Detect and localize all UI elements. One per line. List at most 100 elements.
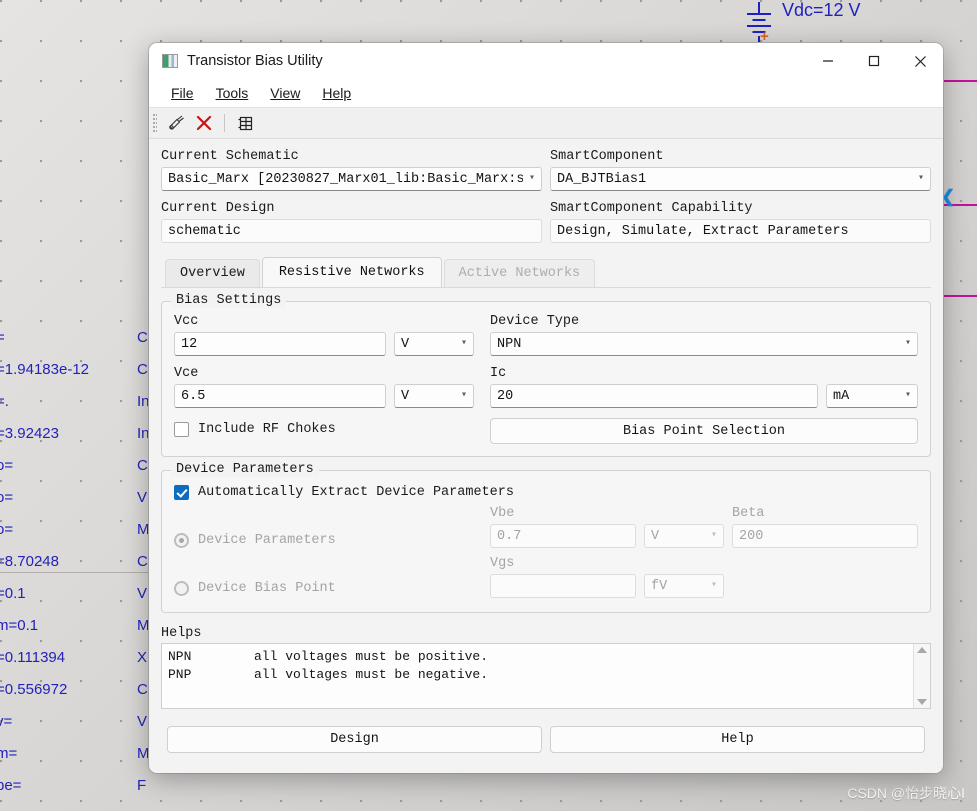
menu-bar: File Tools View Help [149,79,943,107]
param-value: =0.1 [0,585,26,602]
current-schematic-combo[interactable]: Basic_Marx [20230827_Marx01_lib:Basic_Ma… [161,167,542,191]
param-label: V [137,713,148,730]
vce-unit-combo[interactable]: V ▾ [394,384,474,408]
helps-textbox[interactable]: NPN all voltages must be positive. PNP a… [161,643,931,709]
menu-file-label: File [171,85,194,101]
vgs-unit-value: fV [651,578,668,594]
device-parameters-radio-label: Device Parameters [198,532,336,548]
smartcomponent-label: SmartComponent [550,149,664,164]
helps-key: PNP [168,667,192,682]
menu-tools[interactable]: Tools [207,83,258,103]
chevron-down-icon: ▾ [904,390,911,401]
param-value: =0.556972 [0,681,68,698]
param-value: =1.94183e-12 [0,361,90,378]
menu-tools-label: Tools [215,85,249,101]
helps-scrollbar[interactable] [913,644,930,708]
menu-file[interactable]: File [162,83,203,103]
dc-source-symbol[interactable] [742,2,776,48]
tab-overview[interactable]: Overview [165,259,260,287]
vgs-input [490,574,636,598]
design-button[interactable]: Design [167,726,542,753]
chevron-down-icon: ▾ [460,390,467,401]
toolbar-separator [224,114,225,132]
smartcomponent-combo[interactable]: DA_BJTBias1 ▾ [550,167,931,191]
ic-unit-combo[interactable]: mA ▾ [826,384,918,408]
helps-text-value: all voltages must be negative. [254,667,489,682]
list-item: =. In [0,386,152,418]
help-button[interactable]: Help [550,726,925,753]
vbe-label: Vbe [490,506,515,521]
list-item: =0.111394 X [0,642,152,674]
param-value: pe= [0,777,22,794]
bias-left-column: Vcc 12 V ▾ Vce 6.5 V ▾ Include RF Chokes [174,314,474,444]
menu-help[interactable]: Help [313,83,360,103]
param-label: V [137,489,148,506]
tab-bar: Overview Resistive Networks Active Netwo… [161,257,931,288]
param-value: =3.92423 [0,425,59,442]
current-design-value: schematic [161,219,542,243]
include-rf-chokes-row[interactable]: Include RF Chokes [174,422,474,437]
list-item: = C [0,322,152,354]
auto-extract-checkbox[interactable] [174,485,189,500]
device-parameters-radio [174,532,189,548]
smartcomponent-column: SmartComponent DA_BJTBias1 ▾ SmartCompon… [550,149,931,243]
ic-unit-value: mA [833,388,850,404]
ic-label: Ic [490,366,507,381]
table-icon[interactable] [231,110,259,136]
watermark: CSDN @怡步晓心I [847,785,965,801]
bias-settings-legend: Bias Settings [171,293,287,308]
minimize-button[interactable] [805,43,851,79]
vce-input[interactable]: 6.5 [174,384,386,408]
tool-bar [149,107,943,139]
list-item: o= C [0,450,152,482]
list-item: =3.92423 In [0,418,152,450]
chevron-down-icon: ▾ [917,173,924,184]
param-label: C [137,361,148,378]
helps-key: NPN [168,649,192,664]
param-label: C [137,457,148,474]
list-item: o= V [0,482,152,514]
device-type-combo[interactable]: NPN ▾ [490,332,918,356]
maximize-button[interactable] [851,43,897,79]
menu-view[interactable]: View [261,83,309,103]
auto-extract-row[interactable]: Automatically Extract Device Parameters [174,485,918,500]
scroll-down-icon[interactable] [917,699,927,705]
vcc-label: Vcc [174,314,199,329]
device-parameters-legend: Device Parameters [171,462,319,477]
bias-point-selection-button[interactable]: Bias Point Selection [490,418,918,444]
toolbar-grip[interactable] [153,114,157,132]
param-label: M [137,745,150,762]
ic-input[interactable]: 20 [490,384,818,408]
list-item: pe= F [0,770,152,802]
device-bias-point-radio [174,580,189,596]
bias-right-column: Device Type NPN ▾ Ic 20 mA ▾ Bias Point … [490,314,918,444]
param-label: In [137,425,150,442]
param-label: C [137,681,148,698]
schematic-column: Current Schematic Basic_Marx [20230827_M… [161,149,542,243]
scroll-up-icon[interactable] [917,647,927,653]
param-value: o= [0,489,14,506]
polarity-plus-icon: + [760,28,769,45]
param-value: = [0,329,5,346]
helps-content: NPN all voltages must be positive. PNP a… [162,644,913,708]
device-bias-point-radio-label: Device Bias Point [198,580,336,596]
pin-arrow-icon: ❮ [941,187,956,206]
param-label: In [137,393,150,410]
bias-settings-group: Bias Settings Vcc 12 V ▾ Vce 6.5 V ▾ Inc… [161,293,931,457]
title-bar[interactable]: Transistor Bias Utility [149,43,943,79]
vcc-unit-combo[interactable]: V ▾ [394,332,474,356]
vcc-input[interactable]: 12 [174,332,386,356]
beta-input: 200 [732,524,918,548]
delete-icon[interactable] [190,110,218,136]
tab-resistive-networks[interactable]: Resistive Networks [261,257,442,287]
close-button[interactable] [897,43,943,79]
helps-legend: Helps [161,626,202,641]
device-type-label: Device Type [490,314,580,329]
list-item: v= V [0,706,152,738]
chevron-down-icon: ▾ [710,580,717,591]
include-rf-chokes-checkbox[interactable] [174,422,189,437]
design-tool-icon[interactable] [162,110,190,136]
wire-segment [943,295,977,297]
list-item: =0.1 V [0,578,152,610]
param-value: m= [0,745,18,762]
